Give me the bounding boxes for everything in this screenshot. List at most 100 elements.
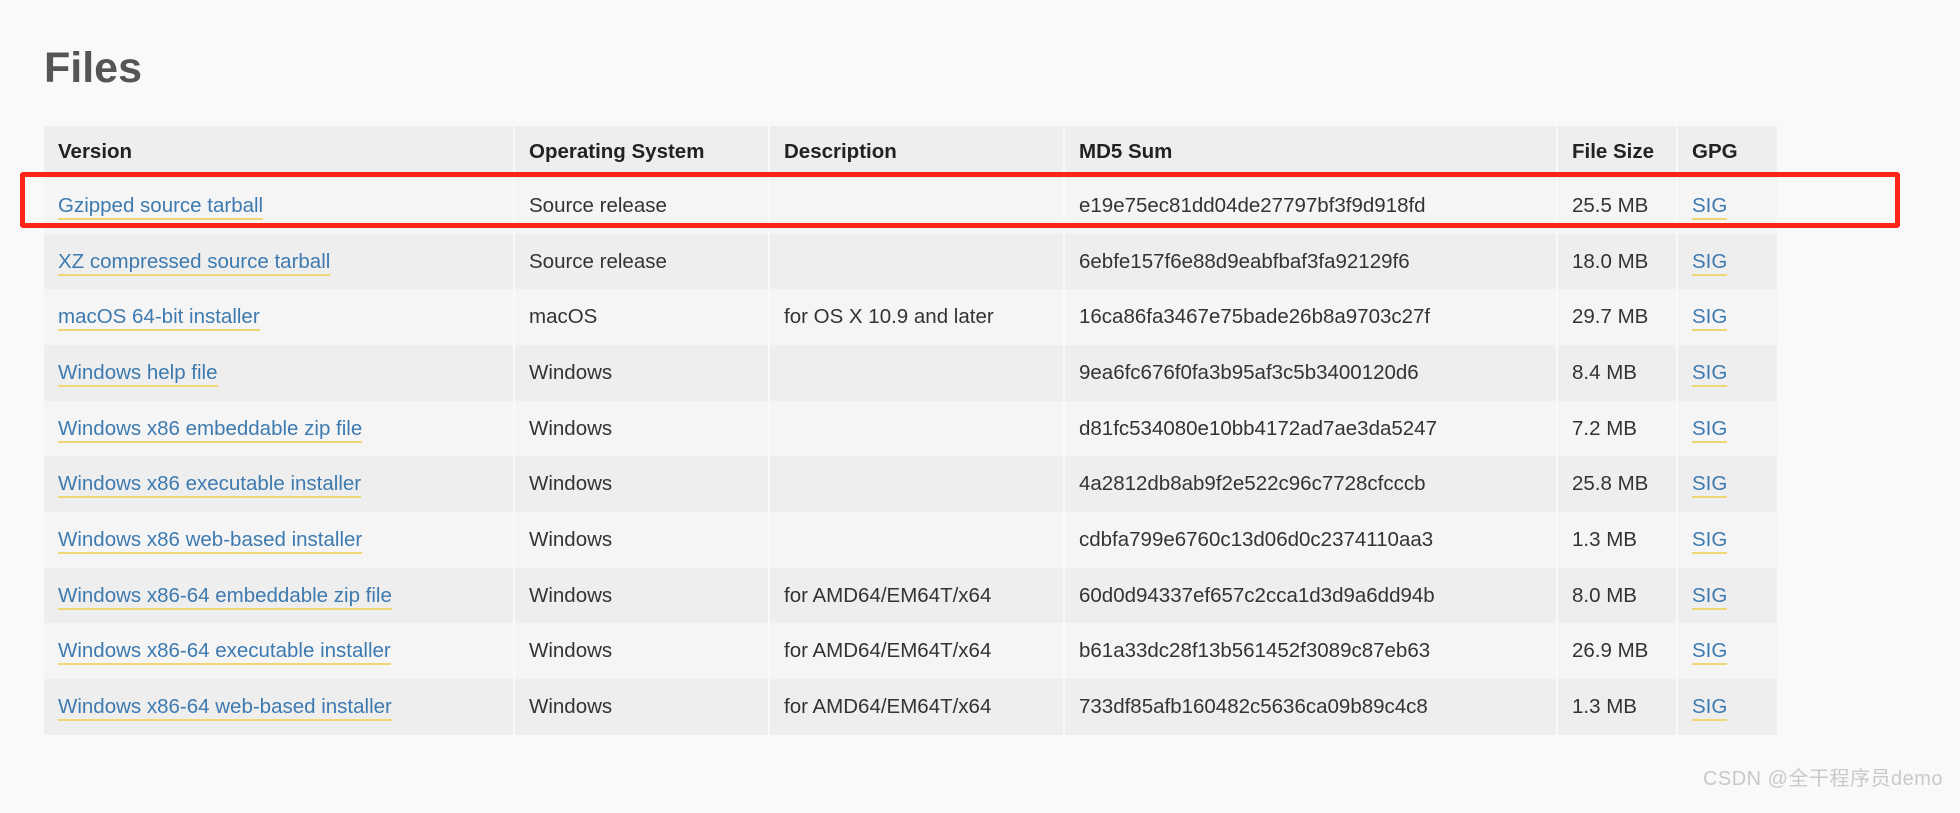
watermark-text: CSDN @全干程序员demo [1702,768,1943,790]
version-download-link[interactable]: Windows x86-64 executable installer [58,639,391,666]
cell-md5-sum: 733df85afb160482c5636ca09b89c4c8 [1064,679,1558,735]
cell-file-size: 1.3 MB [1557,512,1678,568]
cell-file-size: 8.4 MB [1557,345,1678,401]
table-row: Windows help file Windows 9ea6fc676f0fa3b9… [44,345,1777,401]
cell-md5-sum: e19e75ec81dd04de27797bf3f9d918fd [1064,178,1558,234]
column-header-md5: MD5 Sum [1064,126,1558,178]
table-row: Windows x86-64 executable installer Windo… [44,623,1777,680]
cell-md5-sum: d81fc534080e10bb4172ad7ae3da5247 [1064,400,1558,457]
cell-description [769,233,1065,290]
cell-operating-system: Source release [514,178,770,234]
gpg-sig-link[interactable]: SIG [1692,528,1728,555]
cell-operating-system: Windows [514,567,770,624]
cell-file-size: 29.7 MB [1557,289,1678,346]
cell-file-size: 1.3 MB [1557,679,1678,735]
cell-file-size: 26.9 MB [1557,623,1678,680]
cell-version: XZ compressed source tarball [44,233,515,290]
cell-file-size: 25.8 MB [1557,456,1678,513]
cell-operating-system: Source release [514,233,770,290]
cell-version: Windows help file [44,345,515,401]
files-page: Files Version Operating System Descripti… [0,0,1960,813]
cell-file-size: 18.0 MB [1557,233,1678,290]
cell-version: Windows x86-64 web-based installer [44,679,515,735]
cell-operating-system: macOS [514,289,770,346]
cell-operating-system: Windows [514,456,770,513]
version-download-link[interactable]: Windows x86 web-based installer [58,528,363,555]
cell-md5-sum: 60d0d94337ef657c2cca1d3d9a6dd94b [1064,567,1558,624]
files-table-body: Gzipped source tarball Source release e19e… [44,178,1777,735]
column-header-version: Version [44,126,515,178]
cell-gpg: SIG [1677,623,1777,680]
cell-description [769,512,1065,568]
version-download-link[interactable]: XZ compressed source tarball [58,249,331,276]
gpg-sig-link[interactable]: SIG [1692,639,1728,666]
column-header-filesize: File Size [1557,126,1678,178]
gpg-sig-link[interactable]: SIG [1692,695,1728,722]
cell-operating-system: Windows [514,512,770,568]
table-row: macOS 64-bit installer macOS for OS X 10.9… [44,289,1777,346]
cell-version: macOS 64-bit installer [44,289,515,346]
gpg-sig-link[interactable]: SIG [1692,361,1728,388]
cell-gpg: SIG [1677,233,1777,290]
cell-version: Windows x86 executable installer [44,456,515,513]
cell-gpg: SIG [1677,512,1777,568]
cell-version: Windows x86 embeddable zip file [44,400,515,457]
cell-md5-sum: 4a2812db8ab9f2e522c96c7728cfcccb [1064,456,1558,513]
page-title: Files [44,43,142,92]
cell-operating-system: Windows [514,345,770,401]
cell-description [769,400,1065,457]
cell-description [769,178,1065,234]
cell-version: Windows x86-64 executable installer [44,623,515,680]
table-row: XZ compressed source tarball Source relea… [44,233,1777,290]
cell-operating-system: Windows [514,400,770,457]
cell-description: for OS X 10.9 and later [769,289,1065,346]
version-download-link[interactable]: Gzipped source tarball [58,194,264,220]
cell-file-size: 7.2 MB [1557,400,1678,457]
gpg-sig-link[interactable]: SIG [1692,472,1728,499]
table-row: Windows x86 web-based installer Windows cd… [44,512,1777,568]
version-download-link[interactable]: Windows x86-64 web-based installer [58,695,392,722]
version-download-link[interactable]: Windows x86 embeddable zip file [58,416,363,443]
column-header-description: Description [769,126,1065,178]
cell-description: for AMD64/EM64T/x64 [769,623,1065,680]
version-download-link[interactable]: Windows x86 executable installer [58,472,362,499]
cell-md5-sum: 6ebfe157f6e88d9eabfbaf3fa92129f6 [1064,233,1558,290]
cell-md5-sum: 16ca86fa3467e75bade26b8a9703c27f [1064,289,1558,346]
table-row: Windows x86-64 embeddable zip file Window… [44,567,1777,624]
cell-gpg: SIG [1677,400,1777,457]
column-header-gpg: GPG [1677,126,1777,178]
gpg-sig-link[interactable]: SIG [1692,194,1728,220]
cell-file-size: 8.0 MB [1557,567,1678,624]
table-row: Windows x86 embeddable zip file Windows d8… [44,400,1777,457]
cell-md5-sum: cdbfa799e6760c13d06d0c2374110aa3 [1064,512,1558,568]
cell-gpg: SIG [1677,679,1777,735]
cell-description [769,345,1065,401]
cell-description [769,456,1065,513]
cell-description: for AMD64/EM64T/x64 [769,679,1065,735]
table-row: Gzipped source tarball Source release e19e… [44,178,1777,234]
gpg-sig-link[interactable]: SIG [1692,305,1728,332]
version-download-link[interactable]: macOS 64-bit installer [58,305,260,332]
version-download-link[interactable]: Windows x86-64 embeddable zip file [58,583,392,610]
column-header-os: Operating System [514,126,770,178]
cell-version: Windows x86-64 embeddable zip file [44,567,515,624]
table-header-row: Version Operating System Description MD5… [44,126,1777,178]
cell-gpg: SIG [1677,178,1777,234]
cell-gpg: SIG [1677,567,1777,624]
cell-description: for AMD64/EM64T/x64 [769,567,1065,624]
cell-version: Gzipped source tarball [44,178,515,234]
version-download-link[interactable]: Windows help file [58,361,218,388]
table-row: Windows x86-64 web-based installer Window… [44,679,1777,735]
cell-gpg: SIG [1677,289,1777,346]
cell-gpg: SIG [1677,345,1777,401]
gpg-sig-link[interactable]: SIG [1692,416,1728,443]
cell-md5-sum: 9ea6fc676f0fa3b95af3c5b3400120d6 [1064,345,1558,401]
cell-gpg: SIG [1677,456,1777,513]
cell-operating-system: Windows [514,679,770,735]
cell-operating-system: Windows [514,623,770,680]
cell-version: Windows x86 web-based installer [44,512,515,568]
gpg-sig-link[interactable]: SIG [1692,249,1728,276]
gpg-sig-link[interactable]: SIG [1692,583,1728,610]
files-table: Version Operating System Description MD5… [44,126,1777,735]
files-table-head: Version Operating System Description MD5… [44,126,1777,178]
